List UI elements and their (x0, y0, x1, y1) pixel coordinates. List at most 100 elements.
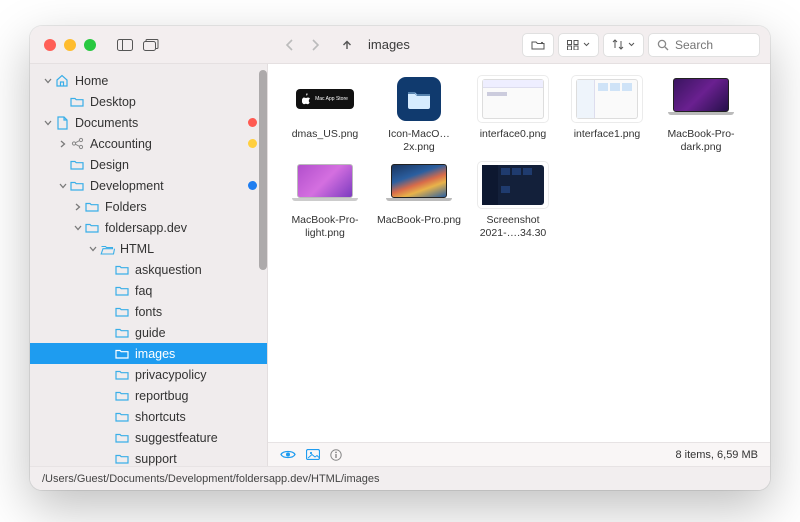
sidebar-item-askquestion[interactable]: askquestion (30, 259, 267, 280)
folder-tree: Home Desktop Documents AccountingDesign Deve… (30, 70, 267, 466)
sidebar-item-folders[interactable]: Folders (30, 196, 267, 217)
file-name: MacBook-Pro-dark.png (658, 128, 744, 154)
folder-open-icon (99, 241, 115, 257)
file-item[interactable]: interface1.png (564, 76, 650, 154)
disclosure-down-icon[interactable] (42, 120, 54, 126)
titlebar-left (30, 37, 268, 53)
file-thumbnail (666, 76, 736, 122)
view-mode-button[interactable] (558, 33, 599, 57)
folder-icon (114, 283, 130, 299)
zoom-button[interactable] (84, 39, 96, 51)
sidebar-item-label: Desktop (90, 95, 136, 109)
file-item[interactable]: Screenshot 2021-….34.30 (470, 162, 556, 240)
sidebar-scrollbar[interactable] (259, 70, 267, 270)
disclosure-right-icon[interactable] (57, 140, 69, 148)
folder-icon (84, 220, 100, 236)
tabs-icon[interactable] (142, 37, 160, 53)
color-tag-red (248, 118, 257, 127)
sidebar-item-label: privacypolicy (135, 368, 207, 382)
folder-icon (114, 409, 130, 425)
search-field[interactable] (648, 33, 760, 57)
sidebar-item-support[interactable]: support (30, 448, 267, 466)
folder-icon (114, 451, 130, 467)
path-bar: /Users/Guest/Documents/Development/folde… (30, 466, 770, 490)
file-name: interface1.png (574, 128, 641, 141)
sidebar-item-label: askquestion (135, 263, 202, 277)
sidebar-item-guide[interactable]: guide (30, 322, 267, 343)
file-thumbnail: Mac App Store (290, 76, 360, 122)
sidebar-item-accounting[interactable]: Accounting (30, 133, 267, 154)
file-name: Icon-MacO…2x.png (376, 128, 462, 154)
folder-icon (69, 178, 85, 194)
sidebar-item-label: Documents (75, 116, 138, 130)
status-info: 8 items, 6,59 MB (675, 449, 758, 461)
file-name: MacBook-Pro-light.png (282, 214, 368, 240)
sidebar-item-label: Development (90, 179, 164, 193)
sidebar-item-label: support (135, 452, 177, 466)
forward-button[interactable] (304, 34, 326, 56)
folder-icon (114, 346, 130, 362)
file-name: MacBook-Pro.png (377, 214, 461, 227)
sidebar-item-html[interactable]: HTML (30, 238, 267, 259)
sidebar-item-fonts[interactable]: fonts (30, 301, 267, 322)
window-body: Home Desktop Documents AccountingDesign Deve… (30, 64, 770, 466)
sidebar-item-foldersapp-dev[interactable]: foldersapp.dev (30, 217, 267, 238)
disclosure-down-icon[interactable] (57, 183, 69, 189)
sidebar-item-reportbug[interactable]: reportbug (30, 385, 267, 406)
sidebar-item-suggestfeature[interactable]: suggestfeature (30, 427, 267, 448)
folder-icon (84, 199, 100, 215)
toolbar: images (268, 33, 770, 57)
search-input[interactable] (675, 38, 751, 52)
disclosure-down-icon[interactable] (42, 78, 54, 84)
file-item[interactable]: Mac App Store dmas_US.png (282, 76, 368, 154)
doc-icon (54, 115, 70, 131)
disclosure-down-icon[interactable] (87, 246, 99, 252)
file-thumbnail (572, 76, 642, 122)
sidebar-item-development[interactable]: Development (30, 175, 267, 196)
file-item[interactable]: MacBook-Pro.png (376, 162, 462, 240)
sidebar-item-images[interactable]: images (30, 343, 267, 364)
gallery-icon[interactable] (306, 449, 320, 460)
sidebar-item-documents[interactable]: Documents (30, 112, 267, 133)
file-name: dmas_US.png (292, 128, 359, 141)
disclosure-down-icon[interactable] (72, 225, 84, 231)
close-button[interactable] (44, 39, 56, 51)
sidebar-item-design[interactable]: Design (30, 154, 267, 175)
file-item[interactable]: Icon-MacO…2x.png (376, 76, 462, 154)
minimize-button[interactable] (64, 39, 76, 51)
sidebar-item-faq[interactable]: faq (30, 280, 267, 301)
up-button[interactable] (336, 34, 358, 56)
folder-icon (114, 367, 130, 383)
sidebar: Home Desktop Documents AccountingDesign Deve… (30, 64, 268, 466)
sidebar-item-label: Folders (105, 200, 147, 214)
window-title: images (368, 37, 410, 52)
icon-grid[interactable]: Mac App Store dmas_US.png Icon-MacO…2x.png… (268, 64, 770, 442)
folder-icon (69, 157, 85, 173)
file-item[interactable]: MacBook-Pro-light.png (282, 162, 368, 240)
sidebar-item-shortcuts[interactable]: shortcuts (30, 406, 267, 427)
back-button[interactable] (278, 34, 300, 56)
folder-action-button[interactable] (522, 33, 554, 57)
file-thumbnail (290, 162, 360, 208)
sidebar-item-label: faq (135, 284, 152, 298)
sidebar-item-home[interactable]: Home (30, 70, 267, 91)
file-thumbnail (384, 162, 454, 208)
disclosure-right-icon[interactable] (72, 203, 84, 211)
sidebar-item-desktop[interactable]: Desktop (30, 91, 267, 112)
file-item[interactable]: MacBook-Pro-dark.png (658, 76, 744, 154)
folder-icon (114, 388, 130, 404)
folder-icon (114, 430, 130, 446)
color-tag-yellow (248, 139, 257, 148)
info-icon[interactable] (330, 449, 342, 461)
folder-icon (114, 262, 130, 278)
path-text: /Users/Guest/Documents/Development/folde… (42, 473, 379, 485)
sort-button[interactable] (603, 33, 644, 57)
sidebar-item-privacypolicy[interactable]: privacypolicy (30, 364, 267, 385)
file-item[interactable]: interface0.png (470, 76, 556, 154)
sidebar-item-label: images (135, 347, 175, 361)
sidebar-toggle-icon[interactable] (116, 37, 134, 53)
quicklook-icon[interactable] (280, 449, 296, 460)
sidebar-item-label: foldersapp.dev (105, 221, 187, 235)
file-name: Screenshot 2021-….34.30 (470, 214, 556, 240)
color-tag-blue (248, 181, 257, 190)
